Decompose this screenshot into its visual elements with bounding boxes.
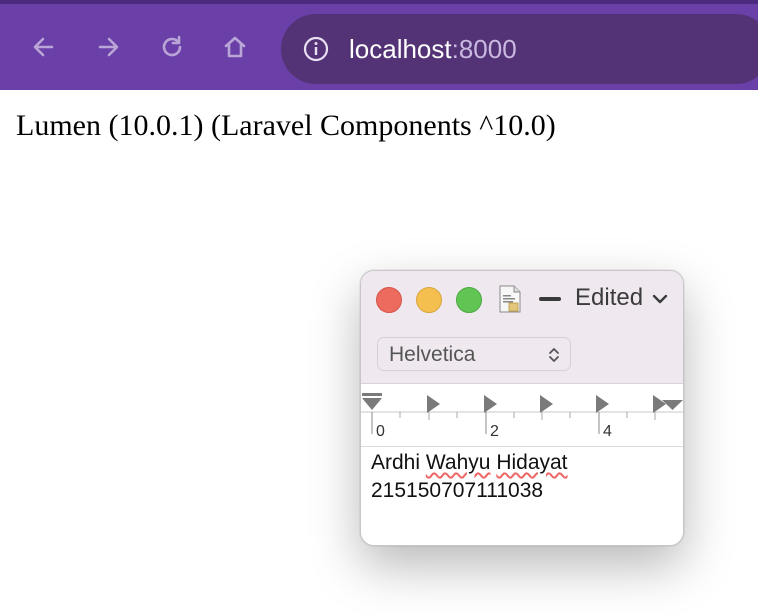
text-line-1: Ardhi Wahyu Hidayat	[371, 449, 671, 477]
textedit-window[interactable]: Edited Helvetica 0 2 4 Ardhi Wahyu Hiday…	[360, 270, 684, 546]
misspelled-word: Hidayat	[496, 451, 568, 474]
zoom-button[interactable]	[456, 287, 482, 313]
ruler-ticks	[361, 393, 683, 434]
reload-button[interactable]	[155, 30, 189, 64]
window-titlebar: Edited Helvetica	[361, 271, 683, 384]
title-dash	[539, 297, 561, 301]
address-bar[interactable]: localhost:8000	[281, 14, 758, 84]
minimize-button[interactable]	[416, 287, 442, 313]
home-icon	[224, 36, 246, 58]
text-line-2: 215150707111038	[371, 479, 544, 502]
page-content-text: Lumen (10.0.1) (Laravel Components ^10.0…	[16, 109, 556, 142]
font-family-value: Helvetica	[389, 343, 476, 366]
reload-icon	[162, 35, 182, 57]
ruler-label-0: 0	[376, 423, 385, 440]
close-button[interactable]	[376, 287, 402, 313]
font-family-select[interactable]: Helvetica	[377, 337, 571, 371]
ruler-label-2: 2	[490, 423, 499, 440]
arrow-left-icon	[33, 37, 54, 57]
ruler-label-4: 4	[603, 423, 612, 440]
text-word: Ardhi	[371, 451, 421, 474]
misspelled-word: Wahyu	[425, 451, 491, 474]
ruler[interactable]: 0 2 4	[361, 384, 683, 447]
forward-button[interactable]	[91, 30, 125, 64]
document-icon	[499, 285, 521, 313]
updown-chevron-icon	[549, 348, 559, 362]
browser-toolbar: localhost:8000	[0, 0, 758, 90]
chevron-down-icon[interactable]	[652, 293, 668, 305]
url-text[interactable]: localhost:8000	[349, 33, 517, 65]
window-title[interactable]: Edited	[575, 283, 643, 313]
arrow-right-icon	[98, 37, 119, 57]
document-text-area[interactable]: Ardhi Wahyu Hidayat 215150707111038	[371, 449, 671, 505]
back-button[interactable]	[27, 30, 61, 64]
home-button[interactable]	[218, 30, 252, 64]
info-icon[interactable]	[303, 36, 329, 62]
